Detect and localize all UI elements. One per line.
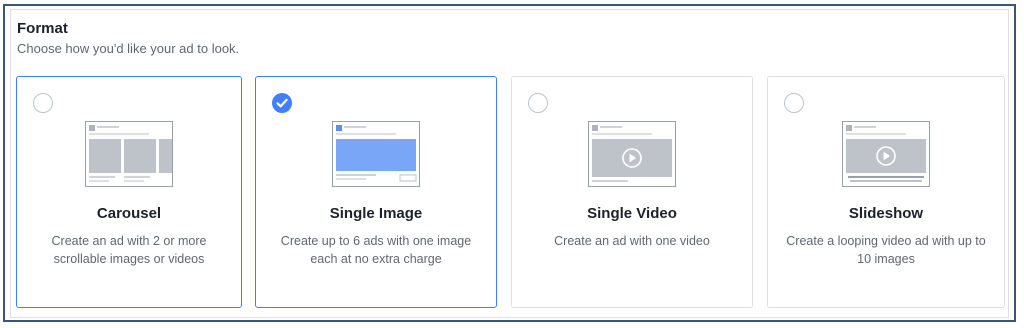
- single-video-icon: [588, 121, 676, 187]
- single-image-icon: [332, 121, 420, 187]
- carousel-icon: [85, 121, 173, 187]
- slideshow-icon: [842, 121, 930, 187]
- format-option-single-video[interactable]: Single Video Create an ad with one video: [511, 76, 753, 308]
- option-title: Carousel: [96, 205, 162, 222]
- option-description: Create an ad with 2 or more scrollable i…: [51, 234, 207, 266]
- option-description: Create an ad with one video: [554, 234, 710, 248]
- section-title: Format: [17, 20, 68, 37]
- option-title: Slideshow: [848, 205, 924, 222]
- option-title: Single Image: [329, 205, 423, 222]
- radio-button[interactable]: [33, 93, 53, 113]
- checkmark-icon: [276, 98, 288, 108]
- section-subtitle: Choose how you'd like your ad to look.: [17, 41, 240, 56]
- option-title: Single Video: [587, 205, 677, 222]
- radio-button[interactable]: [528, 93, 548, 113]
- format-option-slideshow[interactable]: Slideshow Create a looping video ad with…: [767, 76, 1005, 308]
- radio-button[interactable]: [784, 93, 804, 113]
- format-option-carousel[interactable]: Carousel Create an ad with 2 or more scr…: [16, 76, 242, 308]
- option-description: Create a looping video ad with up to 10 …: [786, 234, 986, 266]
- radio-button-checked[interactable]: [272, 93, 292, 113]
- format-option-single-image[interactable]: Single Image Create up to 6 ads with one…: [255, 76, 497, 308]
- option-description: Create up to 6 ads with one image each a…: [280, 234, 472, 266]
